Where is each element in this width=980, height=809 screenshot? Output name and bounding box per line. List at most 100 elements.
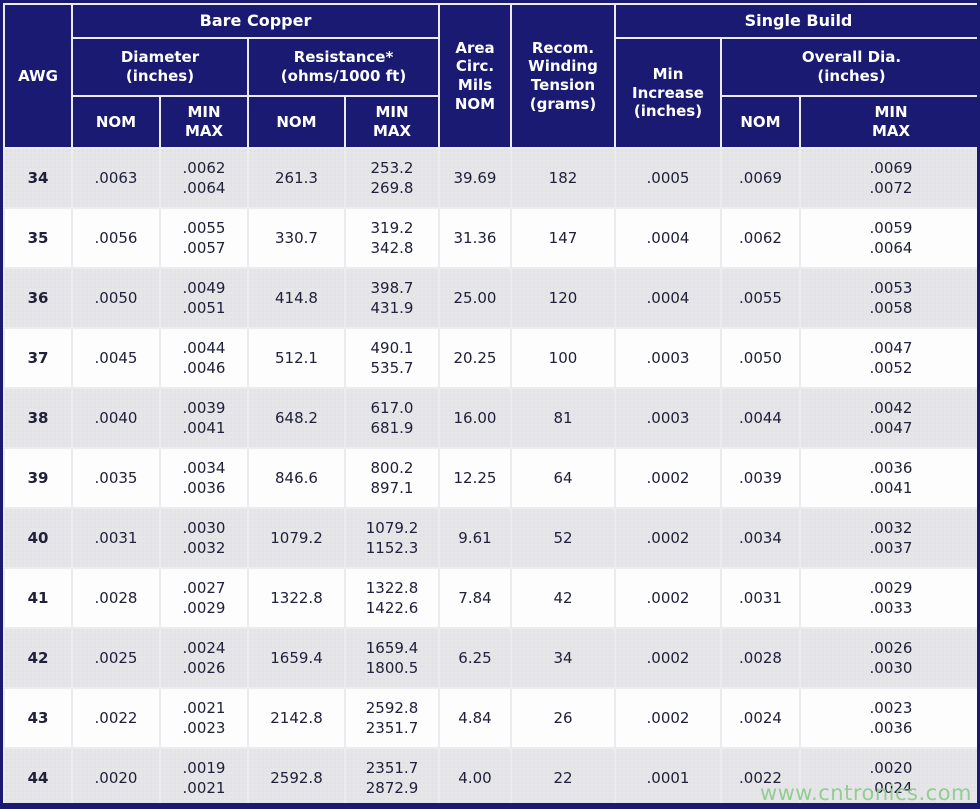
minmax-line: .0044 (163, 338, 245, 358)
table-header: AWG Bare Copper Area Circ. Mils NOM Reco… (5, 5, 980, 147)
dia-minmax-cell: .0055.0057 (161, 209, 247, 267)
min-increase-cell: .0002 (616, 629, 720, 687)
wire-gauge-spec-page: AWG Bare Copper Area Circ. Mils NOM Reco… (0, 0, 980, 809)
dia-nom-cell: .0045 (73, 329, 159, 387)
area-cell: 31.36 (440, 209, 510, 267)
minmax-line: 1079.2 (348, 518, 436, 538)
minmax-line: 681.9 (348, 418, 436, 438)
dia-nom-cell: .0056 (73, 209, 159, 267)
minmax-line: 1659.4 (348, 638, 436, 658)
awg-cell: 44 (5, 749, 71, 807)
minmax-line: 1422.6 (348, 598, 436, 618)
minmax-line: 800.2 (348, 458, 436, 478)
minmax-line: .0064 (163, 178, 245, 198)
table-row: 43.0022.0021.00232142.82592.82351.74.842… (5, 689, 980, 747)
od-minmax-cell: .0032.0037 (801, 509, 980, 567)
minmax-line: .0057 (163, 238, 245, 258)
od-nom-cell: .0022 (722, 749, 799, 807)
area-cell: 39.69 (440, 149, 510, 207)
od-nom-cell: .0028 (722, 629, 799, 687)
dia-minmax-cell: .0062.0064 (161, 149, 247, 207)
table-row: 41.0028.0027.00291322.81322.81422.67.844… (5, 569, 980, 627)
minmax-line: .0024 (803, 778, 979, 798)
od-minmax-cell: .0059.0064 (801, 209, 980, 267)
od-nom-cell: .0069 (722, 149, 799, 207)
minmax-line: 342.8 (348, 238, 436, 258)
awg-cell: 43 (5, 689, 71, 747)
header-diameter-nom: NOM (73, 97, 159, 147)
minmax-line: .0024 (163, 638, 245, 658)
table-row: 40.0031.0030.00321079.21079.21152.39.615… (5, 509, 980, 567)
dia-minmax-cell: .0030.0032 (161, 509, 247, 567)
minmax-line: 398.7 (348, 278, 436, 298)
minmax-line: 490.1 (348, 338, 436, 358)
minmax-line: .0032 (163, 538, 245, 558)
min-increase-cell: .0002 (616, 689, 720, 747)
od-nom-cell: .0062 (722, 209, 799, 267)
minmax-line: 897.1 (348, 478, 436, 498)
dia-nom-cell: .0031 (73, 509, 159, 567)
tension-cell: 34 (512, 629, 614, 687)
minmax-line: .0051 (163, 298, 245, 318)
minmax-line: .0069 (803, 158, 979, 178)
area-cell: 25.00 (440, 269, 510, 327)
min-increase-cell: .0001 (616, 749, 720, 807)
area-cell: 20.25 (440, 329, 510, 387)
tension-cell: 42 (512, 569, 614, 627)
minmax-line: 1152.3 (348, 538, 436, 558)
res-minmax-cell: 490.1535.7 (346, 329, 438, 387)
minmax-line: .0029 (803, 578, 979, 598)
header-resistance-minmax: MIN MAX (346, 97, 438, 147)
table-row: 38.0040.0039.0041648.2617.0681.916.0081.… (5, 389, 980, 447)
wire-gauge-table: AWG Bare Copper Area Circ. Mils NOM Reco… (0, 0, 980, 809)
min-increase-cell: .0002 (616, 569, 720, 627)
min-increase-cell: .0004 (616, 209, 720, 267)
minmax-line: .0072 (803, 178, 979, 198)
awg-cell: 37 (5, 329, 71, 387)
res-nom-cell: 414.8 (249, 269, 344, 327)
tension-cell: 120 (512, 269, 614, 327)
minmax-line: 269.8 (348, 178, 436, 198)
minmax-line: .0059 (803, 218, 979, 238)
res-nom-cell: 2592.8 (249, 749, 344, 807)
minmax-line: .0058 (803, 298, 979, 318)
min-increase-cell: .0005 (616, 149, 720, 207)
minmax-line: .0034 (163, 458, 245, 478)
header-winding-tension: Recom. Winding Tension (grams) (512, 5, 614, 147)
awg-cell: 38 (5, 389, 71, 447)
area-cell: 16.00 (440, 389, 510, 447)
minmax-line: .0036 (803, 718, 979, 738)
res-nom-cell: 261.3 (249, 149, 344, 207)
minmax-line: .0023 (163, 718, 245, 738)
area-cell: 6.25 (440, 629, 510, 687)
minmax-line: 1800.5 (348, 658, 436, 678)
od-nom-cell: .0055 (722, 269, 799, 327)
minmax-line: .0055 (163, 218, 245, 238)
res-minmax-cell: 1079.21152.3 (346, 509, 438, 567)
minmax-line: .0036 (163, 478, 245, 498)
minmax-line: 2351.7 (348, 758, 436, 778)
area-cell: 4.00 (440, 749, 510, 807)
table-row: 34.0063.0062.0064261.3253.2269.839.69182… (5, 149, 980, 207)
minmax-line: 431.9 (348, 298, 436, 318)
dia-minmax-cell: .0039.0041 (161, 389, 247, 447)
minmax-line: 253.2 (348, 158, 436, 178)
tension-cell: 64 (512, 449, 614, 507)
minmax-line: .0036 (803, 458, 979, 478)
header-overall-dia: Overall Dia. (inches) (722, 39, 980, 95)
minmax-line: 617.0 (348, 398, 436, 418)
res-minmax-cell: 1659.41800.5 (346, 629, 438, 687)
header-resistance: Resistance* (ohms/1000 ft) (249, 39, 438, 95)
minmax-line: .0049 (163, 278, 245, 298)
res-nom-cell: 1659.4 (249, 629, 344, 687)
awg-cell: 36 (5, 269, 71, 327)
table-row: 37.0045.0044.0046512.1490.1535.720.25100… (5, 329, 980, 387)
header-resistance-nom: NOM (249, 97, 344, 147)
minmax-line: 1322.8 (348, 578, 436, 598)
dia-nom-cell: .0050 (73, 269, 159, 327)
dia-nom-cell: .0063 (73, 149, 159, 207)
minmax-line: .0023 (803, 698, 979, 718)
od-nom-cell: .0034 (722, 509, 799, 567)
tension-cell: 147 (512, 209, 614, 267)
od-minmax-cell: .0069.0072 (801, 149, 980, 207)
